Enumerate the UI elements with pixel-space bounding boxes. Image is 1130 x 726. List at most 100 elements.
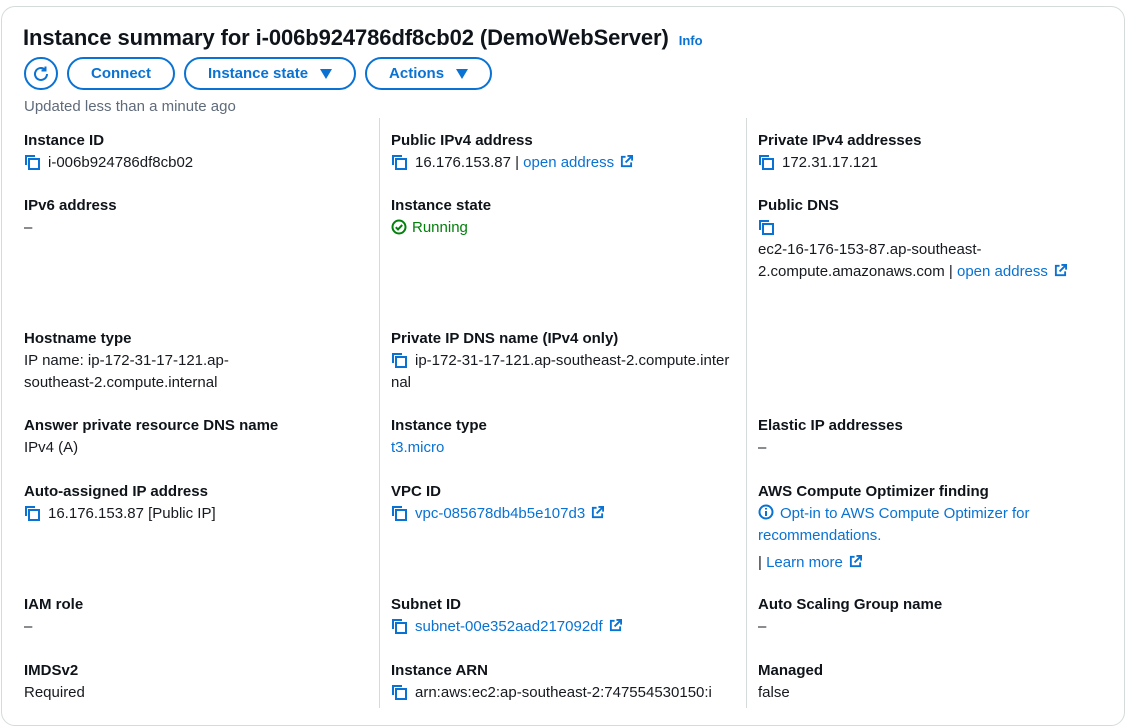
field-label: IMDSv2 (24, 662, 79, 679)
refresh-icon (34, 66, 48, 81)
refresh-button[interactable] (24, 57, 58, 90)
field-instance-type: Instance type t3.micro (391, 415, 736, 459)
details-column-3: Private IPv4 addresses 172.31.17.121 Pub… (758, 118, 1103, 708)
field-public-dns: Public DNS ec2-16-176-153-87.ap-southeas… (758, 195, 1103, 283)
field-label: Elastic IP addresses (758, 417, 903, 434)
check-circle-icon (391, 219, 407, 235)
vpc-id-link[interactable]: vpc-085678db4b5e107d3 (415, 505, 585, 522)
instance-state-label: Instance state (208, 65, 309, 82)
instance-id-value: i-006b924786df8cb02 (48, 154, 194, 171)
open-address-link[interactable]: open address (523, 154, 614, 171)
field-label: Private IPv4 addresses (758, 132, 922, 149)
field-managed: Managed false (758, 660, 1103, 704)
field-hostname-type: Hostname type IP name: ip-172-31-17-121.… (24, 328, 354, 394)
field-label: Auto-assigned IP address (24, 483, 208, 500)
details-column-2: Public IPv4 address 16.176.153.87 | open… (391, 118, 736, 708)
field-private-ipv4: Private IPv4 addresses 172.31.17.121 (758, 130, 1103, 174)
external-link-icon (1054, 264, 1067, 277)
copy-icon[interactable] (391, 618, 407, 634)
copy-icon[interactable] (391, 684, 407, 700)
open-address-link[interactable]: open address (957, 263, 1048, 280)
field-public-ipv4: Public IPv4 address 16.176.153.87 | open… (391, 130, 736, 174)
public-dns-value: ec2-16-176-153-87.ap-southeast-2.compute… (758, 241, 982, 280)
header: Instance summary for i-006b924786df8cb02… (23, 25, 703, 53)
connect-label: Connect (91, 65, 151, 82)
auto-ip-value: 16.176.153.87 [Public IP] (48, 505, 216, 522)
field-label: IAM role (24, 596, 84, 613)
copy-icon[interactable] (391, 505, 407, 521)
copy-icon[interactable] (758, 154, 774, 170)
field-label: Managed (758, 662, 824, 679)
external-link-icon (849, 555, 862, 568)
field-subnet-id: Subnet ID subnet-00e352aad217092df (391, 594, 736, 638)
field-ipv6: IPv6 address – (24, 195, 354, 239)
field-imdsv2: IMDSv2 Required (24, 660, 354, 704)
hostname-type-value: IP name: ip-172-31-17-121.ap-southeast-2… (24, 352, 229, 391)
field-vpc-id: VPC ID vpc-085678db4b5e107d3 (391, 481, 736, 525)
copy-icon[interactable] (391, 352, 407, 368)
instance-arn-value: arn:aws:ec2:ap-southeast-2:747554530150:… (415, 684, 712, 701)
instance-state-button[interactable]: Instance state (184, 57, 357, 90)
separator: | (758, 554, 762, 571)
field-instance-id: Instance ID i-006b924786df8cb02 (24, 130, 354, 174)
page-title: Instance summary for i-006b924786df8cb02… (23, 25, 669, 50)
external-link-icon (621, 155, 634, 168)
field-label: Auto Scaling Group name (758, 596, 943, 613)
copy-icon[interactable] (758, 219, 774, 235)
field-label: Hostname type (24, 330, 132, 347)
answer-dns-value: IPv4 (A) (24, 439, 79, 456)
field-label: Public DNS (758, 197, 839, 214)
updated-text: Updated less than a minute ago (24, 98, 236, 115)
field-label: Answer private resource DNS name (24, 417, 279, 434)
subnet-id-link[interactable]: subnet-00e352aad217092df (415, 618, 603, 635)
field-answer-dns: Answer private resource DNS name IPv4 (A… (24, 415, 354, 459)
field-auto-ip: Auto-assigned IP address 16.176.153.87 [… (24, 481, 354, 525)
actions-label: Actions (389, 65, 445, 82)
field-instance-arn: Instance ARN arn:aws:ec2:ap-southeast-2:… (391, 660, 736, 704)
field-label: VPC ID (391, 483, 442, 500)
private-ip-dns-value: ip-172-31-17-121.ap-southeast-2.compute.… (391, 352, 730, 391)
field-iam-role: IAM role – (24, 594, 354, 638)
field-label: Subnet ID (391, 596, 461, 613)
copy-icon[interactable] (24, 154, 40, 170)
field-label: AWS Compute Optimizer finding (758, 483, 989, 500)
external-link-icon (592, 506, 605, 519)
field-label: Instance state (391, 197, 492, 214)
field-private-ip-dns: Private IP DNS name (IPv4 only) ip-172-3… (391, 328, 736, 394)
instance-state-value: Running (412, 219, 468, 236)
external-link-icon (609, 619, 622, 632)
field-compute-optimizer: AWS Compute Optimizer finding Opt-in to … (758, 481, 1103, 574)
field-elastic-ip: Elastic IP addresses – (758, 415, 1103, 459)
info-link[interactable]: Info (679, 33, 703, 48)
asg-name-value: – (758, 618, 767, 635)
field-label: Instance type (391, 417, 487, 434)
column-divider (379, 118, 380, 708)
details-column-1: Instance ID i-006b924786df8cb02 IPv6 add… (24, 118, 354, 708)
caret-down-icon (320, 68, 333, 79)
copy-icon[interactable] (24, 505, 40, 521)
field-asg-name: Auto Scaling Group name – (758, 594, 1103, 638)
caret-down-icon (456, 68, 469, 79)
learn-more-link[interactable]: Learn more (766, 554, 843, 571)
elastic-ip-value: – (758, 439, 767, 456)
instance-type-link[interactable]: t3.micro (391, 437, 736, 459)
connect-button[interactable]: Connect (67, 57, 175, 90)
public-ipv4-value: 16.176.153.87 | (415, 154, 519, 171)
iam-role-value: – (24, 618, 33, 635)
field-label: Private IP DNS name (IPv4 only) (391, 330, 619, 347)
actions-button[interactable]: Actions (365, 57, 493, 90)
imdsv2-value: Required (24, 684, 85, 701)
copy-icon[interactable] (391, 154, 407, 170)
column-divider (746, 118, 747, 708)
field-label: Instance ARN (391, 662, 488, 679)
optimizer-opt-in-link[interactable]: Opt-in to AWS Compute Optimizer for reco… (758, 505, 1030, 544)
field-label: Public IPv4 address (391, 132, 533, 149)
ipv6-value: – (24, 219, 33, 236)
field-label: Instance ID (24, 132, 105, 149)
toolbar: Connect Instance state Actions (24, 57, 493, 90)
field-label: IPv6 address (24, 197, 117, 214)
field-instance-state: Instance state Running (391, 195, 736, 239)
managed-value: false (758, 684, 790, 701)
private-ipv4-value: 172.31.17.121 (782, 154, 878, 171)
info-circle-icon (758, 504, 774, 520)
